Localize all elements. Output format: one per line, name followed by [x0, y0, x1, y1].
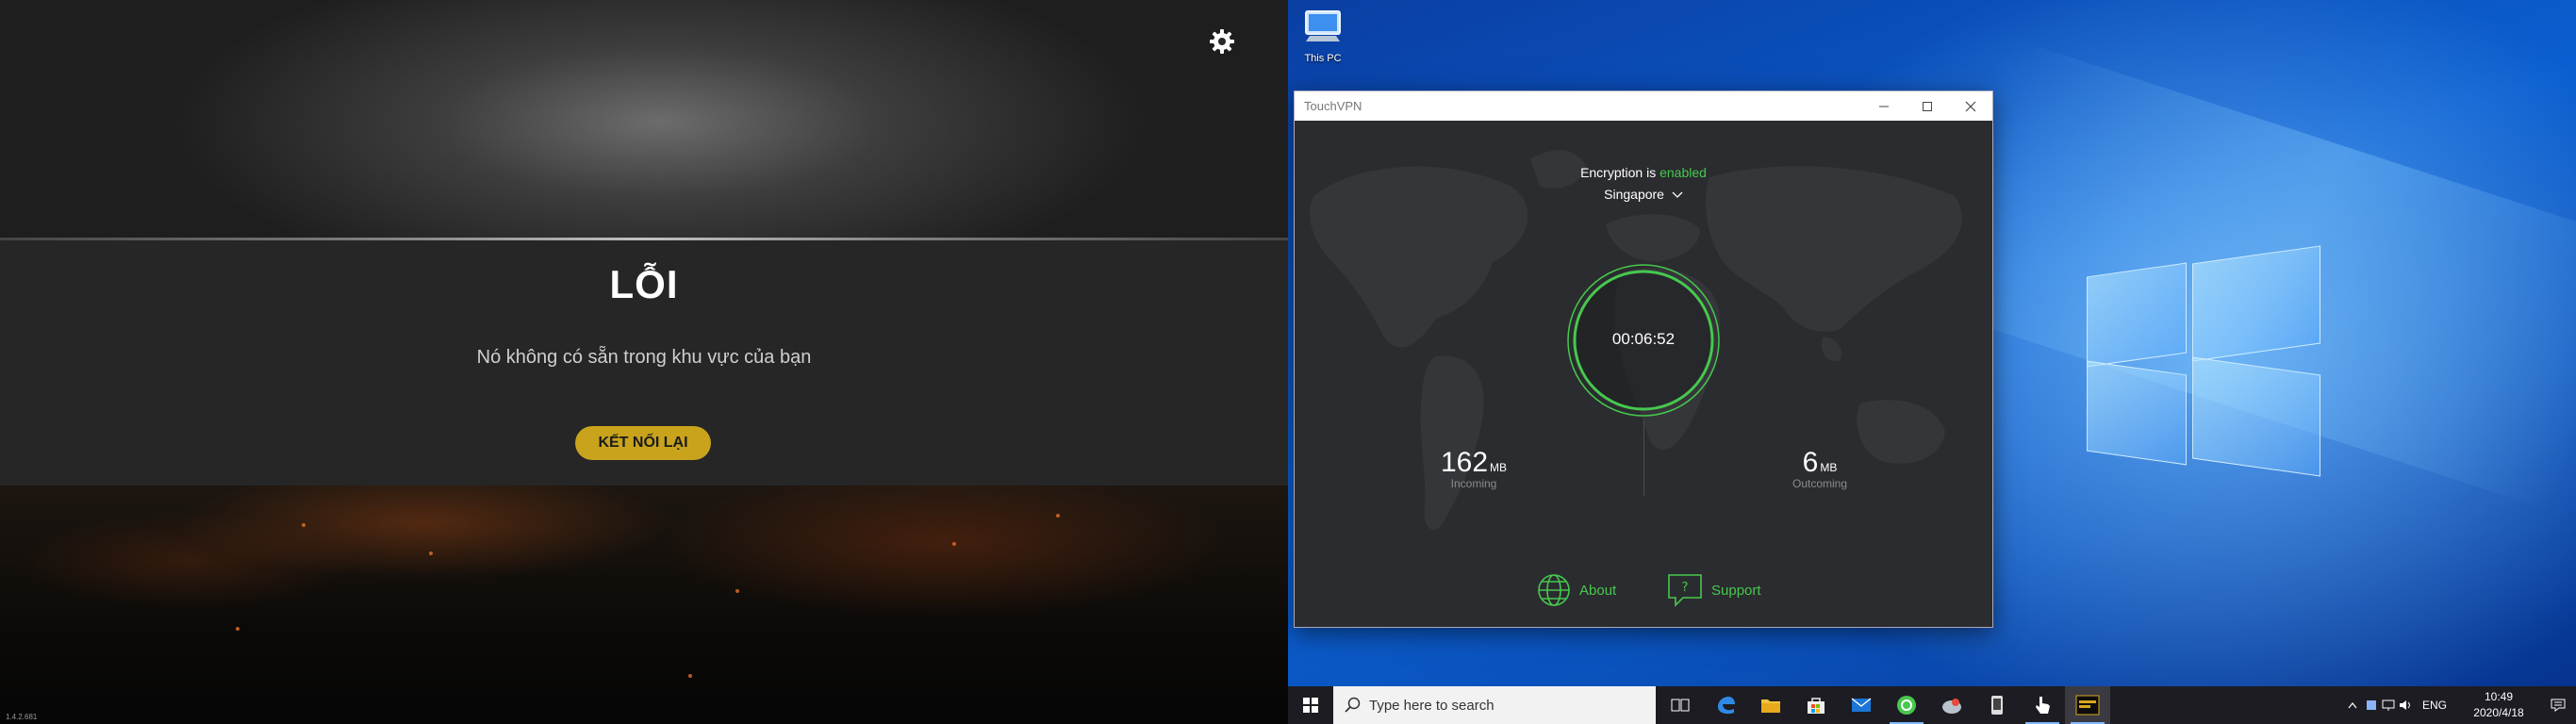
incoming-value: 162 [1440, 447, 1489, 478]
file-explorer-button[interactable] [1748, 686, 1793, 724]
error-message: Nó không có sẵn trong khu vực của bạn [476, 347, 812, 368]
version-label: 1.4.2.681 [6, 713, 38, 721]
tray-app-button[interactable] [2363, 686, 2380, 724]
encryption-status: Encryption is enabled [1295, 165, 1992, 180]
reconnect-button[interactable]: KẾT NỐI LẠI [575, 426, 711, 460]
notification-icon [2551, 699, 2566, 712]
outgoing-value: 6 [1802, 447, 1819, 478]
tray-app-icon [2367, 700, 2376, 710]
about-label: About [1579, 582, 1617, 599]
game-window: LỖI Nó không có sẵn trong khu vực của bạ… [0, 0, 1288, 724]
clock-date: 2020/4/18 [2473, 706, 2524, 719]
close-icon [1965, 101, 1976, 111]
store-button[interactable] [1793, 686, 1839, 724]
search-icon [1345, 697, 1361, 713]
touch-app-button[interactable] [2020, 686, 2065, 724]
start-button[interactable] [1288, 686, 1333, 724]
task-view-icon [1671, 699, 1690, 712]
location-label: Singapore [1604, 187, 1664, 202]
incoming-unit: MB [1490, 461, 1508, 474]
windows-logo [2087, 243, 2320, 481]
outgoing-label: Outcoming [1792, 477, 1848, 490]
gear-icon[interactable] [1209, 28, 1235, 55]
speaker-icon [2400, 700, 2410, 710]
phone-app-button[interactable] [1974, 686, 2020, 724]
connection-timer: 00:06:52 [1611, 330, 1676, 348]
edge-icon [1718, 697, 1735, 715]
touchvpn-window: TouchVPN Encryption is enabled Singapore… [1294, 90, 1993, 628]
globe-icon [1538, 574, 1570, 606]
windows-start-icon [1303, 698, 1318, 713]
maximize-icon [1923, 101, 1932, 111]
pubg-icon [2075, 695, 2100, 716]
svg-text:?: ? [1682, 581, 1689, 595]
maximize-button[interactable] [1906, 91, 1949, 121]
file-explorer-icon [1761, 699, 1780, 713]
error-title: LỖI [609, 262, 679, 306]
game-background-ground [0, 485, 1288, 724]
game-background-sky [0, 0, 1288, 240]
minimize-icon [1879, 106, 1889, 107]
network-icon [2382, 699, 2395, 711]
desktop-icon-label: This PC [1304, 53, 1342, 64]
taskbar: Type here to search ENG 10:49 2020/4/18 [1288, 686, 2576, 724]
support-label: Support [1711, 582, 1761, 599]
speaker-button[interactable] [2397, 686, 2414, 724]
green-app-button[interactable] [1884, 686, 1929, 724]
clock[interactable]: 10:49 2020/4/18 [2461, 689, 2536, 721]
help-chat-icon: ? [1668, 574, 1702, 607]
satellite-app-button[interactable] [1929, 686, 1974, 724]
incoming-stat: 162 MB Incoming [1417, 447, 1530, 490]
tray-overflow-button[interactable] [2344, 686, 2361, 724]
chevron-down-icon [1672, 191, 1683, 198]
location-selector[interactable]: Singapore [1295, 187, 1992, 202]
about-link[interactable]: About [1536, 572, 1616, 608]
mail-icon [1851, 698, 1872, 712]
edge-button[interactable] [1703, 686, 1748, 724]
task-view-button[interactable] [1658, 686, 1703, 724]
incoming-label: Incoming [1450, 477, 1497, 490]
green-app-icon [1897, 696, 1916, 715]
windows-desktop: This PC TouchVPN Encryption is enabled S… [1288, 0, 2576, 724]
taskbar-search[interactable]: Type here to search [1333, 686, 1656, 724]
minimize-button[interactable] [1862, 91, 1906, 121]
mail-button[interactable] [1839, 686, 1884, 724]
support-link[interactable]: ? Support [1666, 572, 1761, 608]
action-center-button[interactable] [2544, 686, 2572, 724]
store-icon [1808, 698, 1825, 714]
phone-app-icon [1991, 696, 2003, 715]
encryption-prefix: Encryption is [1580, 165, 1657, 180]
satellite-app-icon [1942, 699, 1961, 714]
outgoing-unit: MB [1820, 461, 1838, 474]
vpn-main-panel: Encryption is enabled Singapore 00:06:52… [1295, 121, 1992, 627]
close-button[interactable] [1949, 91, 1992, 121]
touch-app-icon [2036, 697, 2050, 714]
stats-divider [1643, 420, 1644, 496]
search-placeholder: Type here to search [1369, 697, 1494, 714]
network-button[interactable] [2380, 686, 2397, 724]
outgoing-stat: 6 MB Outcoming [1763, 447, 1876, 490]
computer-icon [1305, 10, 1341, 41]
encryption-state: enabled [1660, 165, 1707, 180]
clock-time: 10:49 [2484, 690, 2514, 703]
desktop-icon-this-pc[interactable]: This PC [1296, 8, 1350, 64]
language-indicator[interactable]: ENG [2416, 686, 2453, 724]
window-title: TouchVPN [1304, 99, 1362, 113]
pubg-button[interactable] [2065, 686, 2110, 724]
chevron-up-icon [2348, 702, 2357, 709]
window-titlebar[interactable]: TouchVPN [1295, 91, 1992, 121]
